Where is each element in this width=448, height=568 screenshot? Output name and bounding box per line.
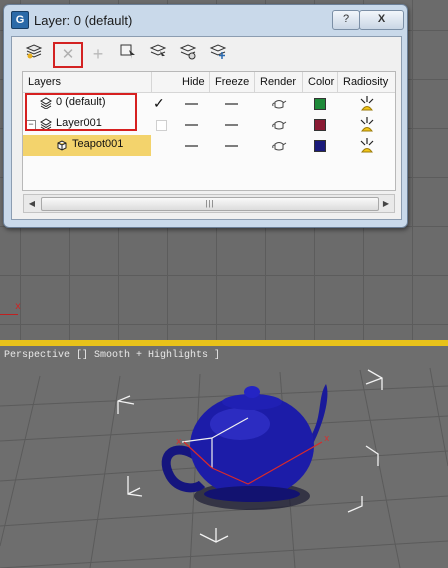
object-color-swatch[interactable] [314,140,326,152]
gizmo-x-label-left: x [176,437,181,447]
layer-name[interactable]: 0 (default) [56,96,106,108]
object-name[interactable]: Teapot001 [72,138,123,150]
layer-color-swatch[interactable] [314,98,326,110]
column-color[interactable]: Color [308,72,334,92]
column-layers[interactable]: Layers [28,72,61,92]
radiosity-icon[interactable] [358,115,376,133]
x-axis-line [0,314,18,315]
column-hide[interactable]: Hide [182,72,205,92]
help-button[interactable]: ? [332,10,360,30]
dialog-content: ✕ + Layers Hide Freeze Render Color Radi… [11,36,402,220]
perspective-scene: x x [0,367,448,568]
render-teapot-icon[interactable] [271,98,287,109]
layers-new-icon [25,44,43,59]
add-to-layer-button[interactable]: + [86,42,110,66]
table-row[interactable]: 0 (default) ✓ [23,93,395,114]
layer-dialog: G Layer: 0 (default) ? X ✕ + Layers Hide… [3,4,408,228]
highlight-icon [149,44,167,59]
scroll-left-arrow[interactable]: ◀ [24,195,40,212]
freeze-all-button[interactable] [206,42,230,66]
hide-toggle[interactable] [185,103,198,105]
hide-icon [179,44,197,60]
hide-all-button[interactable] [176,42,200,66]
select-objects-button[interactable] [116,42,140,66]
render-teapot-icon[interactable] [271,119,287,130]
horizontal-scrollbar[interactable]: ◀ ||| ▶ [23,194,395,213]
active-layer-checkbox[interactable] [156,120,167,131]
column-freeze[interactable]: Freeze [215,72,249,92]
teapot-object [161,384,328,510]
column-render[interactable]: Render [260,72,296,92]
close-button[interactable]: X [359,10,404,30]
freeze-toggle[interactable] [225,124,238,126]
highlight-layer-button[interactable] [146,42,170,66]
active-layer-checkmark[interactable]: ✓ [153,95,165,112]
freeze-toggle[interactable] [225,145,238,147]
freeze-icon [209,44,227,59]
table-header: Layers Hide Freeze Render Color Radiosit… [23,72,395,93]
plus-icon: + [92,44,104,64]
dialog-title: Layer: 0 (default) [34,13,133,28]
perspective-viewport[interactable]: x x Perspective [] Smooth + Highlights ] [0,346,448,568]
radiosity-icon[interactable] [358,94,376,112]
close-icon: ✕ [61,46,75,63]
delete-layer-button[interactable]: ✕ [53,42,83,68]
freeze-toggle[interactable] [225,103,238,105]
select-icon [120,44,135,59]
layer-color-swatch[interactable] [314,119,326,131]
x-axis-label: x [15,302,22,313]
render-teapot-icon[interactable] [271,140,287,151]
layer-name[interactable]: Layer001 [56,117,102,129]
expand-toggle[interactable]: − [26,120,36,130]
toolbar: ✕ + [12,37,401,71]
table-row[interactable]: − Layer001 [23,114,395,135]
app-icon: G [11,11,29,29]
layer-icon [40,118,52,130]
gizmo-x-label: x [324,434,329,444]
table-row[interactable]: Teapot001 [23,135,395,156]
viewport-label[interactable]: Perspective [] Smooth + Highlights ] [4,350,220,361]
object-cube-icon [57,140,67,151]
hide-toggle[interactable] [185,145,198,147]
create-layer-button[interactable] [22,42,46,66]
radiosity-icon[interactable] [358,136,376,154]
title-bar[interactable]: G Layer: 0 (default) ? X [4,5,407,35]
hide-toggle[interactable] [185,124,198,126]
scroll-right-arrow[interactable]: ▶ [378,195,394,212]
column-radiosity[interactable]: Radiosity [343,72,388,92]
layers-table: Layers Hide Freeze Render Color Radiosit… [22,71,396,191]
scroll-thumb[interactable]: ||| [41,197,379,211]
layer-icon [40,97,52,109]
